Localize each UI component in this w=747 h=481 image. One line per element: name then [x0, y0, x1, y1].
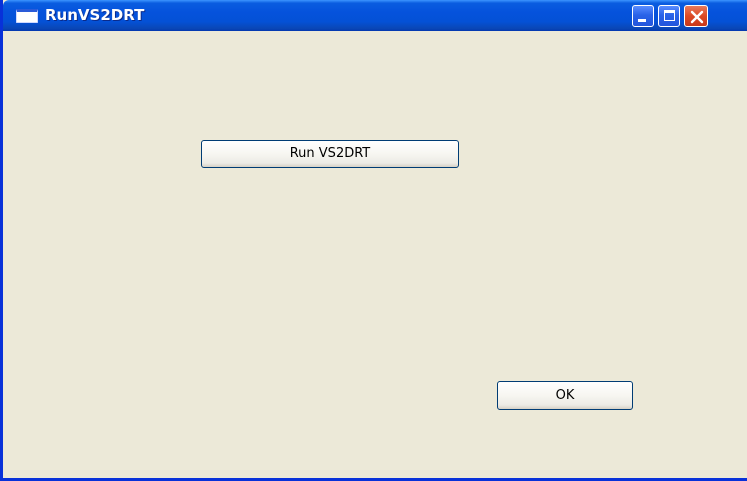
maximize-button[interactable] [658, 5, 680, 27]
title-bar[interactable]: RunVS2DRT [3, 0, 747, 31]
close-button[interactable] [684, 5, 708, 27]
ok-button[interactable]: OK [497, 381, 633, 410]
maximize-icon [664, 10, 675, 21]
window-icon [16, 9, 38, 23]
main-window: RunVS2DRT Run VS2DRT OK [0, 0, 747, 481]
window-title: RunVS2DRT [45, 6, 145, 24]
client-area: Run VS2DRT OK [3, 31, 747, 478]
close-icon [690, 10, 704, 24]
minimize-icon [638, 19, 646, 22]
minimize-button[interactable] [632, 5, 654, 27]
run-vs2drt-button[interactable]: Run VS2DRT [201, 140, 459, 168]
